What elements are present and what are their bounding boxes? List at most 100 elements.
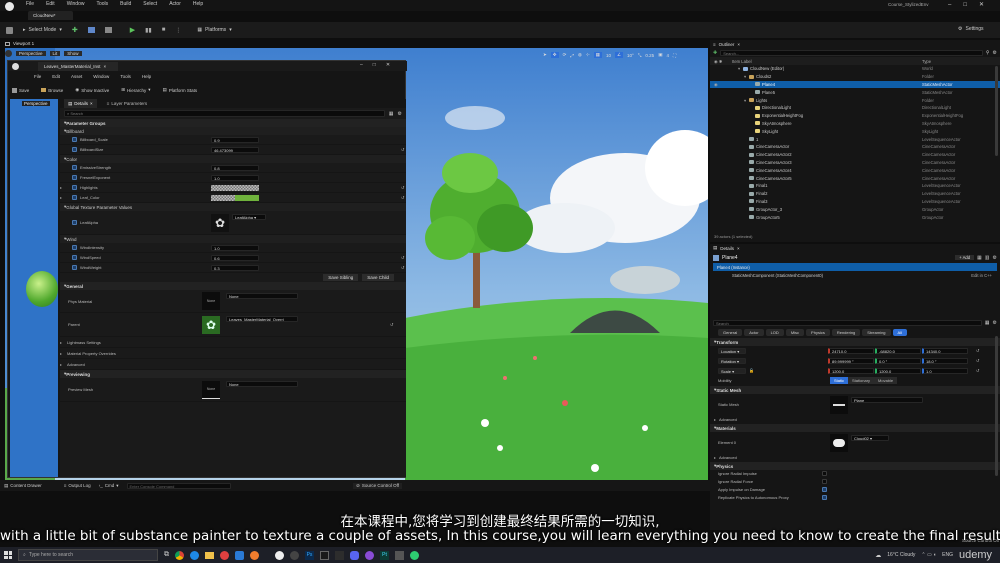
material-thumbnail[interactable] <box>830 433 848 452</box>
camera-speed-icon[interactable]: ▣ <box>658 52 662 58</box>
details-title[interactable]: Details <box>720 246 734 251</box>
expand-arrow-icon[interactable]: ▸ <box>60 185 64 190</box>
minimize-icon[interactable]: – <box>360 62 363 68</box>
mobility-stationary[interactable]: Stationary <box>848 377 875 384</box>
location-z[interactable]: 14340.0 <box>922 347 968 354</box>
cmd-button[interactable]: ›_ Cmd ▾ <box>99 483 119 489</box>
location-dropdown[interactable]: Location ▾ <box>718 347 746 354</box>
perspective-button[interactable]: Perspective <box>16 50 46 56</box>
maximize-viewport-icon[interactable]: ⛶ <box>673 53 676 58</box>
cinematics-icon[interactable] <box>104 27 112 33</box>
mat-menu-item-tools[interactable]: Tools <box>120 74 131 79</box>
save-child-button[interactable]: Save Child <box>362 274 394 281</box>
lightmass-row[interactable]: ▸ Lightmass Settings <box>60 337 406 348</box>
details-tab-lod[interactable]: LOD <box>765 329 784 336</box>
grid-snap-value[interactable]: 10 <box>606 53 611 58</box>
preview-mesh-thumbnail[interactable]: None <box>202 380 220 399</box>
outliner-row[interactable]: Plane5 StaticMeshActor <box>710 88 1000 96</box>
rotation-y[interactable]: 0.0 ° <box>875 357 921 364</box>
mobility-movable[interactable]: Movable <box>874 377 898 384</box>
reset-icon[interactable]: ↺ <box>401 265 404 270</box>
maximize-icon[interactable]: □ <box>373 62 376 68</box>
details-tab-actor[interactable]: Actor <box>744 329 764 336</box>
visibility-icon[interactable]: ◉ <box>710 82 732 87</box>
texture-group[interactable]: ▾ Global Texture Parameter Values <box>60 203 406 211</box>
show-button[interactable]: Show <box>64 50 82 56</box>
console-input[interactable]: Enter Console Command <box>126 482 231 489</box>
instance-row[interactable]: Plane4 (Instance) <box>713 263 997 271</box>
explorer-icon[interactable] <box>205 551 214 559</box>
menu-item-file[interactable]: File <box>26 1 34 7</box>
outliner-row[interactable]: GroupActor5 GroupActor <box>710 213 1000 221</box>
filter-icon[interactable]: ⚲ <box>986 50 990 56</box>
app-icon[interactable] <box>335 550 344 560</box>
surface-snap-icon[interactable]: ⊹ <box>586 52 590 58</box>
scale-x[interactable]: 1200.0 <box>827 367 874 374</box>
reset-icon[interactable]: ↺ <box>401 255 404 260</box>
save-icon[interactable] <box>6 26 13 34</box>
outliner-row[interactable]: SkyAtmosphere SkyAtmosphere <box>710 120 1000 128</box>
add-component-button[interactable]: + Add <box>955 255 975 260</box>
mat-menu-item-file[interactable]: File <box>34 74 41 79</box>
app-icon[interactable] <box>410 550 419 560</box>
lang-label[interactable]: ENG <box>942 552 953 558</box>
chrome-icon[interactable] <box>175 550 184 560</box>
checkbox[interactable] <box>822 487 827 492</box>
browse-button[interactable]: Browse <box>41 88 63 93</box>
substance-icon[interactable]: Pt <box>380 550 389 560</box>
checkbox[interactable] <box>822 495 827 500</box>
reset-icon[interactable]: ↺ <box>976 368 979 373</box>
outliner-search-input[interactable]: Search... <box>720 49 983 56</box>
menu-item-tools[interactable]: Tools <box>96 1 108 7</box>
more-options-icon[interactable]: ⋮ <box>175 27 181 34</box>
outliner-row[interactable]: GroupActor_3 GroupActor <box>710 205 1000 213</box>
mat-save-button[interactable]: Save <box>12 87 29 93</box>
app-icon[interactable] <box>320 550 329 560</box>
menu-item-select[interactable]: Select <box>143 1 157 7</box>
table-view-icon[interactable]: ▦ <box>389 111 394 117</box>
rotation-z[interactable]: 18.0 ° <box>922 357 968 364</box>
mat-menu-item-help[interactable]: Help <box>142 74 151 79</box>
outliner-row[interactable]: ◉ Plane4 StaticMeshActor <box>710 80 1000 89</box>
scale-y[interactable]: 1200.0 <box>874 367 921 374</box>
maximize-icon[interactable]: □ <box>963 2 967 8</box>
menu-item-build[interactable]: Build <box>120 1 131 7</box>
wind-group[interactable]: ▾ Wind <box>60 235 406 243</box>
rotation-dropdown[interactable]: Rotation ▾ <box>718 357 746 364</box>
viewport-tab[interactable]: Viewport 1 <box>5 40 50 47</box>
gear-icon[interactable]: ⚙ <box>993 320 997 326</box>
show-inactive-button[interactable]: ◉ Show Inactive <box>75 87 109 93</box>
static-mesh-dropdown[interactable]: Plane <box>851 397 923 403</box>
play-icon[interactable]: ▶ <box>130 26 135 34</box>
emissive-field[interactable]: 0.8 <box>211 164 259 171</box>
mat-search-input[interactable]: ⌕ Search <box>64 110 385 117</box>
source-control-button[interactable]: ⊘ Source Control Off <box>353 482 402 489</box>
app-icon[interactable] <box>365 550 374 560</box>
lock-icon[interactable]: 🔓 <box>749 368 754 373</box>
details-search-input[interactable]: Search <box>713 319 982 326</box>
split-icon[interactable]: ▥ <box>985 255 990 261</box>
outliner-row[interactable]: 1 LevelSequenceActor <box>710 135 1000 143</box>
reset-icon[interactable]: ↺ <box>401 147 404 152</box>
outliner-row[interactable]: ▾ CloudNew (Editor) World <box>710 65 1000 73</box>
table-view-icon[interactable]: ▦ <box>985 320 990 326</box>
materials-header[interactable]: ▾ Materials <box>710 424 1000 432</box>
add-actor-icon[interactable]: ✚ <box>72 26 78 34</box>
mat-menu-item-edit[interactable]: Edit <box>52 74 60 79</box>
app-icon[interactable] <box>290 550 299 560</box>
reset-icon[interactable]: ↺ <box>401 195 404 200</box>
reset-icon[interactable]: ↺ <box>976 358 979 363</box>
app-icon[interactable] <box>220 550 229 560</box>
physics-header[interactable]: ▾ Physics <box>710 462 1000 470</box>
outliner-row[interactable]: CineCameraActor3 CineCameraActor <box>710 159 1000 167</box>
outliner-row[interactable]: ▾ Clouds2 Folder <box>710 73 1000 81</box>
outliner-row[interactable]: CineCameraActor5 CineCameraActor <box>710 174 1000 182</box>
highlights-color-swatch[interactable] <box>211 184 259 191</box>
add-icon[interactable]: ✚ <box>713 50 717 56</box>
billboard-group[interactable]: ▾ Billboard <box>60 127 406 135</box>
details-scrollbar[interactable] <box>995 336 998 476</box>
wind-speed-field[interactable]: 0.6 <box>211 254 259 261</box>
reset-icon[interactable]: ↺ <box>976 348 979 353</box>
outliner-row[interactable]: SkyLight SkyLight <box>710 127 1000 135</box>
scale-dropdown[interactable]: Scale ▾ <box>718 367 746 374</box>
